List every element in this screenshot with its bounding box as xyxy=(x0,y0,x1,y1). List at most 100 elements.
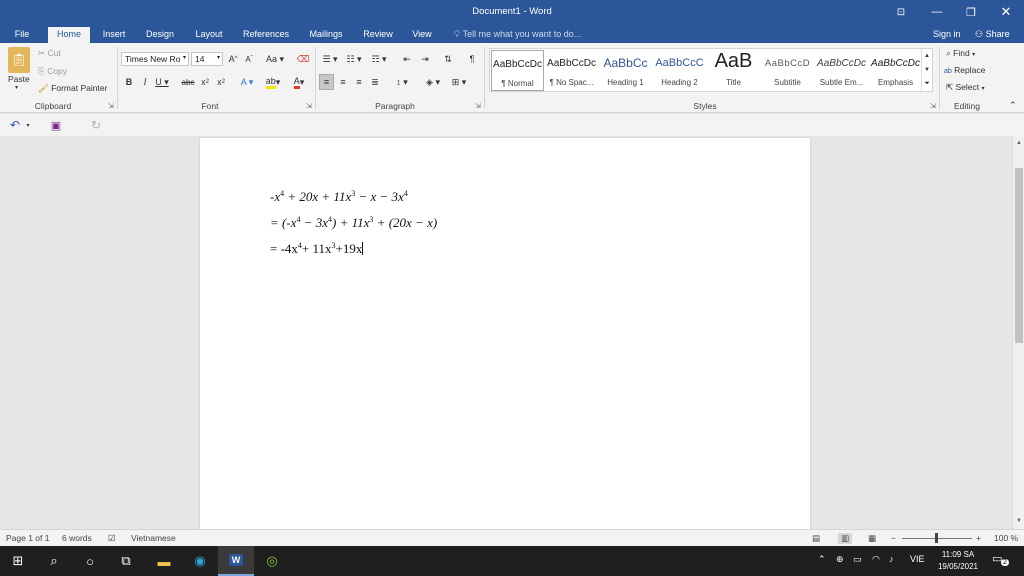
paste-button[interactable]: Paste xyxy=(8,74,30,84)
justify-icon[interactable]: ≣ xyxy=(368,75,382,89)
styles-scroll-down-icon[interactable]: ▼ xyxy=(921,63,932,77)
replace-button[interactable]: ab Replace xyxy=(944,65,985,75)
tab-home[interactable]: Home xyxy=(48,27,90,43)
tab-file[interactable]: File xyxy=(8,27,36,43)
subscript-icon[interactable]: x2 xyxy=(198,75,212,89)
sign-in-link[interactable]: Sign in xyxy=(933,29,961,39)
tab-design[interactable]: Design xyxy=(142,27,178,43)
style-no-spacing[interactable]: AaBbCcDc ¶ No Spac... xyxy=(545,50,598,91)
style-heading-2[interactable]: AaBbCcC Heading 2 xyxy=(653,50,706,91)
text-effects-icon[interactable]: A ▾ xyxy=(237,75,257,89)
underline-icon[interactable]: U ▾ xyxy=(155,75,169,89)
paragraph-launcher-icon[interactable]: ⇲ xyxy=(475,102,481,110)
meet-now-icon[interactable]: ⊕ xyxy=(836,554,844,565)
style-subtitle[interactable]: AaBbCcD Subtitle xyxy=(761,50,814,91)
increase-indent-icon[interactable]: ⇥ xyxy=(418,52,432,66)
word-app-icon[interactable]: W xyxy=(218,546,254,576)
document-page[interactable]: -x4 + 20x + 11x3 − x − 3x4 = (-x4 − 3x4)… xyxy=(200,138,810,538)
show-formatting-icon[interactable]: ¶ xyxy=(465,52,479,66)
scroll-up-icon[interactable]: ▲ xyxy=(1013,140,1024,146)
page-count[interactable]: Page 1 of 1 xyxy=(6,533,49,543)
multilevel-list-icon[interactable]: ☶ ▾ xyxy=(368,52,390,66)
zoom-out-icon[interactable]: − xyxy=(891,533,896,543)
undo-icon[interactable]: ↶ xyxy=(8,117,22,133)
ribbon-display-options-icon[interactable]: ⊡ xyxy=(884,0,918,24)
numbering-icon[interactable]: ☷ ▾ xyxy=(344,52,364,66)
wifi-icon[interactable]: ◠ xyxy=(872,554,880,565)
highlight-icon[interactable]: ab ▾ xyxy=(261,75,285,89)
align-center-icon[interactable]: ≡ xyxy=(336,75,350,89)
bold-icon[interactable]: B xyxy=(123,75,135,89)
word-count[interactable]: 6 words xyxy=(62,533,92,543)
borders-icon[interactable]: ⊞ ▾ xyxy=(448,75,470,89)
task-view-icon[interactable]: ⧉ xyxy=(108,546,144,576)
styles-more-icon[interactable]: ⏷ xyxy=(921,77,932,91)
shading-icon[interactable]: ◈ ▾ xyxy=(422,75,444,89)
styles-scroll-up-icon[interactable]: ▲ xyxy=(921,49,932,63)
paste-dropdown-icon[interactable]: ▾ xyxy=(15,84,18,91)
search-icon[interactable]: ⌕ xyxy=(36,546,72,576)
font-name-combo[interactable]: Times New Ro ▾ xyxy=(121,52,189,66)
bullets-icon[interactable]: ☰ ▾ xyxy=(320,52,340,66)
minimize-button[interactable]: — xyxy=(920,0,954,24)
shrink-font-icon[interactable]: Aˇ xyxy=(243,52,255,66)
print-layout-icon[interactable]: ▥ xyxy=(838,533,853,544)
sort-icon[interactable]: ⇅ xyxy=(441,52,455,66)
app-icon[interactable]: ◎ xyxy=(254,546,290,576)
superscript-icon[interactable]: x2 xyxy=(214,75,228,89)
zoom-slider-thumb[interactable] xyxy=(935,533,938,543)
clipboard-launcher-icon[interactable]: ⇲ xyxy=(108,102,114,110)
decrease-indent-icon[interactable]: ⇤ xyxy=(400,52,414,66)
redo-icon[interactable]: ↻ xyxy=(88,117,104,133)
font-size-combo[interactable]: 14 ▾ xyxy=(191,52,223,66)
style-heading-1[interactable]: AaBbCc Heading 1 xyxy=(599,50,652,91)
tab-view[interactable]: View xyxy=(408,27,436,43)
equation-line-1[interactable]: -x4 + 20x + 11x3 − x − 3x4 xyxy=(270,189,408,205)
file-explorer-icon[interactable]: ▬ xyxy=(146,546,182,576)
undo-dropdown-icon[interactable]: ▾ xyxy=(24,117,32,133)
tab-references[interactable]: References xyxy=(240,27,292,43)
cortana-icon[interactable]: ○ xyxy=(72,546,108,576)
find-button[interactable]: ⌕ Find ▾ xyxy=(946,48,975,59)
scrollbar-thumb[interactable] xyxy=(1015,168,1023,343)
save-icon[interactable]: ▣ xyxy=(48,117,64,133)
italic-icon[interactable]: I xyxy=(139,75,151,89)
style-normal[interactable]: AaBbCcDc ¶ Normal xyxy=(491,50,544,91)
change-case-icon[interactable]: Aa ▾ xyxy=(264,52,286,66)
equation-line-2[interactable]: = (-x4 − 3x4) + 11x3 + (20x − x) xyxy=(270,215,437,231)
copy-button[interactable]: ⎘ Copy xyxy=(38,66,67,77)
restore-button[interactable]: ❐ xyxy=(954,0,988,24)
style-title[interactable]: AaB Title xyxy=(707,50,760,91)
tray-overflow-icon[interactable]: ⌃ xyxy=(818,554,826,565)
align-right-icon[interactable]: ≡ xyxy=(352,75,366,89)
zoom-in-icon[interactable]: + xyxy=(976,533,981,543)
share-button[interactable]: ⚇ Share xyxy=(975,29,1010,40)
windows-start-icon[interactable]: ⊞ xyxy=(0,546,36,576)
tab-review[interactable]: Review xyxy=(360,27,396,43)
cut-button[interactable]: ✂ Cut xyxy=(38,48,61,59)
close-button[interactable]: ✕ xyxy=(989,0,1023,24)
proofing-icon[interactable]: ☑ xyxy=(108,533,116,544)
system-clock[interactable]: 11:09 SA 19/05/2021 xyxy=(930,549,986,573)
vertical-scrollbar[interactable]: ▲ ▼ xyxy=(1012,136,1024,529)
font-launcher-icon[interactable]: ⇲ xyxy=(306,102,312,110)
clear-formatting-icon[interactable]: ⌫ xyxy=(296,52,310,66)
align-left-icon[interactable]: ≡ xyxy=(319,74,334,90)
web-layout-icon[interactable]: ▦ xyxy=(868,533,876,544)
notifications-button[interactable]: ▭ 2 xyxy=(992,552,1009,566)
read-mode-icon[interactable]: ▤ xyxy=(812,533,820,544)
tab-insert[interactable]: Insert xyxy=(98,27,130,43)
input-language[interactable]: VIE xyxy=(910,554,925,564)
scroll-down-icon[interactable]: ▼ xyxy=(1013,518,1024,524)
language-indicator[interactable]: Vietnamese xyxy=(131,533,176,543)
collapse-ribbon-icon[interactable]: ⌃ xyxy=(1009,100,1017,111)
equation-line-3[interactable]: = -4x4+ 11x3+19x xyxy=(270,241,364,257)
format-painter-button[interactable]: 🖌︎ Format Painter xyxy=(38,83,107,94)
font-color-icon[interactable]: A ▾ xyxy=(288,75,310,89)
strikethrough-icon[interactable]: abc xyxy=(180,75,196,89)
zoom-level[interactable]: 100 % xyxy=(994,533,1018,543)
style-subtle-emphasis[interactable]: AaBbCcDc Subtle Em... xyxy=(815,50,868,91)
tab-layout[interactable]: Layout xyxy=(190,27,228,43)
battery-icon[interactable]: ▭ xyxy=(853,554,862,565)
grow-font-icon[interactable]: A ^ xyxy=(227,52,239,66)
